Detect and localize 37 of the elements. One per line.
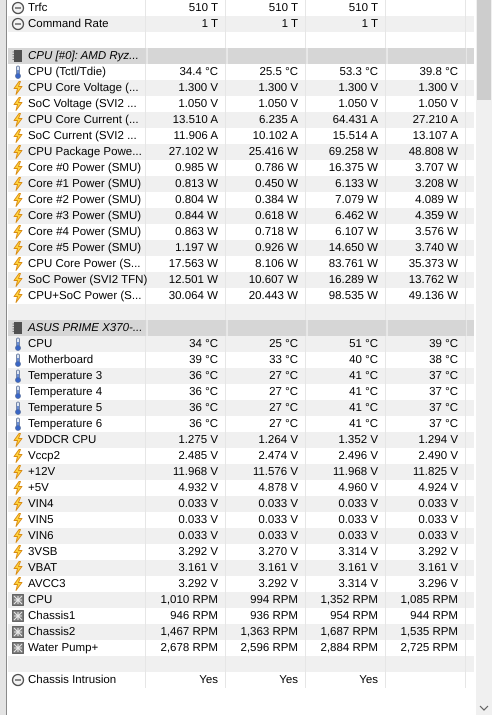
fan-icon: [11, 609, 25, 623]
section-header[interactable]: CPU [#0]: AMD Ryz...: [8, 48, 474, 64]
lightning-icon: [11, 257, 25, 271]
sensor-value: Yes: [146, 672, 226, 688]
lightning-icon: [11, 433, 25, 447]
lightning-icon: [11, 289, 25, 303]
lightning-icon: [11, 209, 25, 223]
sensor-value: Yes: [226, 672, 306, 688]
lightning-icon: [11, 193, 25, 207]
lightning-icon: [11, 545, 25, 559]
lightning-icon: [11, 113, 25, 127]
lightning-icon: [11, 273, 25, 287]
lightning-icon: [11, 177, 25, 191]
scrollbar[interactable]: [476, 0, 492, 715]
scrollbar-thumb[interactable]: [477, 0, 491, 100]
lightning-icon: [11, 577, 25, 591]
lightning-icon: [11, 241, 25, 255]
section-header[interactable]: ASUS PRIME X370-...: [8, 320, 474, 336]
lightning-icon: [11, 513, 25, 527]
fan-icon: [11, 641, 25, 655]
chip-icon: [11, 321, 25, 335]
chip-icon: [11, 49, 25, 63]
lightning-icon: [11, 97, 25, 111]
lightning-icon: [11, 529, 25, 543]
lightning-icon: [11, 481, 25, 495]
lightning-icon: [11, 161, 25, 175]
lightning-icon: [11, 497, 25, 511]
lightning-icon: [11, 145, 25, 159]
scroll-down-icon[interactable]: [479, 705, 489, 711]
lightning-icon: [11, 449, 25, 463]
sensor-value: Yes: [306, 672, 386, 688]
sensor-name: Chassis Intrusion: [28, 672, 146, 688]
lightning-icon: [11, 81, 25, 95]
lightning-icon: [11, 129, 25, 143]
lightning-icon: [11, 465, 25, 479]
lightning-icon: [11, 225, 25, 239]
lightning-icon: [11, 561, 25, 575]
